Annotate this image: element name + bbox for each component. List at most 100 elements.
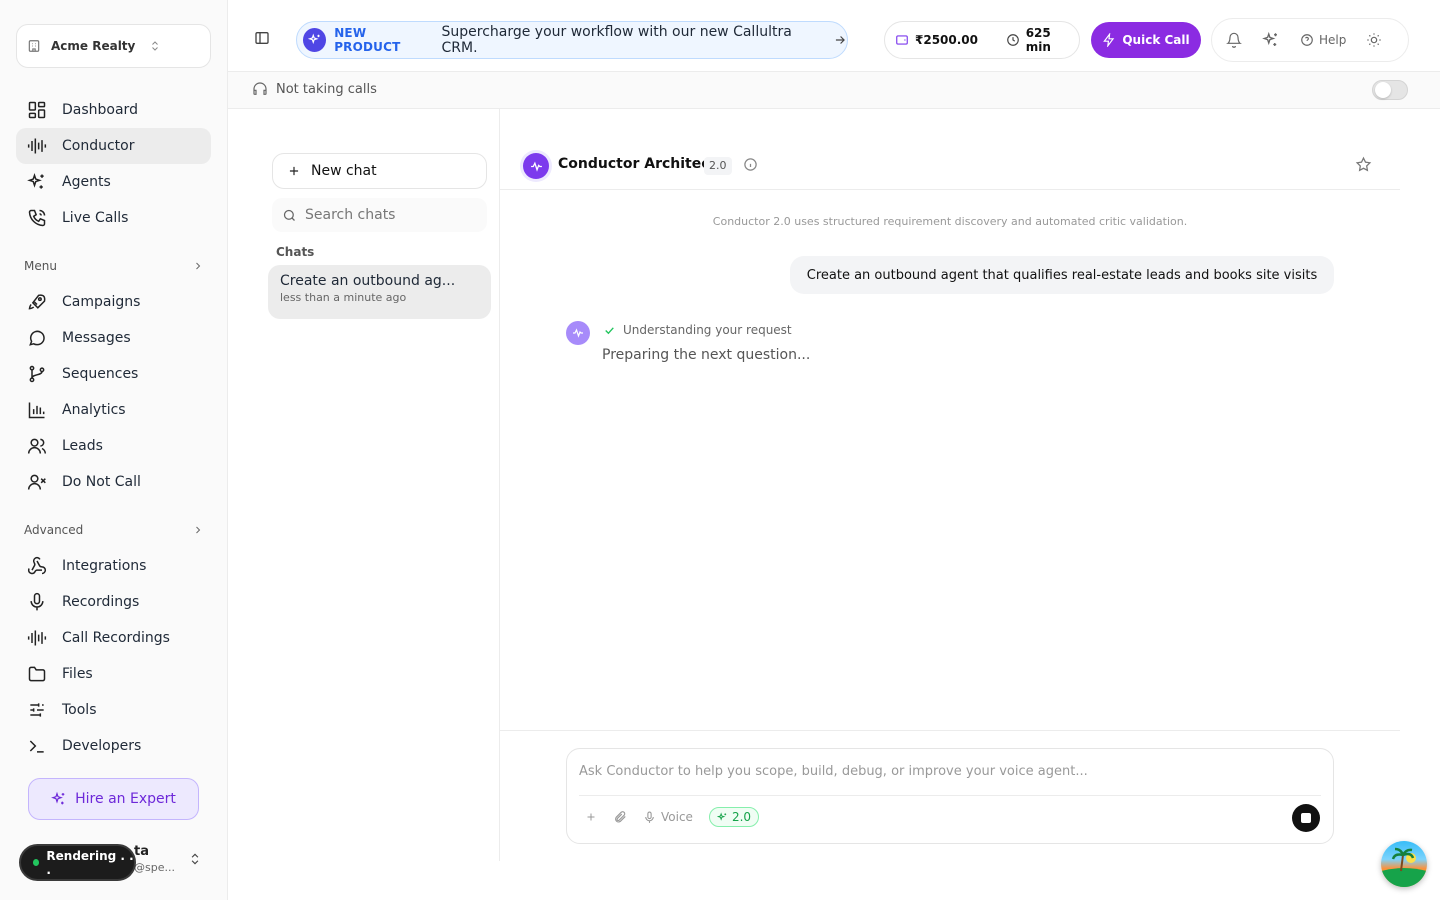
plus-icon[interactable] xyxy=(585,811,597,823)
sparkles-icon xyxy=(51,791,67,807)
balance-widget[interactable]: ₹2500.00 625 min xyxy=(884,21,1080,59)
conversation-header: Conductor Architect 2.0 xyxy=(500,139,1400,190)
conversation-panel: Conductor Architect 2.0 Conductor 2.0 us… xyxy=(500,109,1440,900)
stop-generation-button[interactable] xyxy=(1292,804,1320,832)
version-badge: 2.0 xyxy=(704,157,732,175)
user-name: ta xyxy=(134,844,149,859)
conductor-logo-icon xyxy=(523,153,549,179)
model-version-label: 2.0 xyxy=(731,810,752,824)
info-icon[interactable] xyxy=(743,157,758,172)
nav-item-sequences[interactable]: Sequences xyxy=(16,356,211,392)
call-status-bar: Not taking calls xyxy=(228,72,1440,109)
org-name: Acme Realty xyxy=(51,39,136,53)
nav-item-developers[interactable]: Developers xyxy=(16,728,211,764)
phone-icon xyxy=(26,207,48,229)
quick-call-label: Quick Call xyxy=(1122,33,1190,47)
sun-icon[interactable] xyxy=(1366,32,1382,48)
nav-item-leads[interactable]: Leads xyxy=(16,428,211,464)
nav-label: Campaigns xyxy=(62,294,141,310)
sparkles-icon xyxy=(26,171,48,193)
nav-item-tools[interactable]: Tools xyxy=(16,692,211,728)
promo-banner[interactable]: NEW PRODUCT Supercharge your workflow wi… xyxy=(296,21,848,59)
nav-label: Analytics xyxy=(62,402,126,418)
island-icon xyxy=(1381,847,1427,887)
quick-call-button[interactable]: Quick Call xyxy=(1091,22,1201,58)
rendering-label: Rendering . . . xyxy=(46,848,134,877)
org-switcher[interactable]: Acme Realty xyxy=(16,24,211,68)
terminal-icon xyxy=(26,735,48,757)
building-icon xyxy=(27,39,41,53)
nav-label: Leads xyxy=(62,438,103,454)
git-branch-icon xyxy=(26,363,48,385)
menu-section-label: Menu xyxy=(24,259,57,273)
menu-nav: Campaigns Messages Sequences Analytics L… xyxy=(16,284,211,500)
bar-chart-icon xyxy=(26,399,48,421)
nav-label: Live Calls xyxy=(62,210,129,226)
nav-item-live-calls[interactable]: Live Calls xyxy=(16,200,211,236)
chevron-updown-icon xyxy=(149,40,161,52)
divider xyxy=(579,795,1321,796)
menu-section-toggle[interactable]: Menu xyxy=(24,259,204,273)
chevron-right-icon xyxy=(192,524,204,536)
nav-item-files[interactable]: Files xyxy=(16,656,211,692)
voice-button[interactable]: Voice xyxy=(643,810,693,824)
nav-item-agents[interactable]: Agents xyxy=(16,164,211,200)
help-button[interactable]: Help xyxy=(1300,33,1346,47)
search-placeholder: Search chats xyxy=(305,207,396,223)
floating-avatar[interactable] xyxy=(1381,841,1427,887)
nav-item-analytics[interactable]: Analytics xyxy=(16,392,211,428)
message-icon xyxy=(26,327,48,349)
sparkles-icon[interactable] xyxy=(1262,31,1280,49)
advanced-section-toggle[interactable]: Advanced xyxy=(24,523,204,537)
stop-icon xyxy=(1301,813,1311,823)
user-email: @spe... xyxy=(134,861,175,874)
divider xyxy=(500,730,1400,731)
top-bar: NEW PRODUCT Supercharge your workflow wi… xyxy=(228,0,1440,72)
plus-icon xyxy=(287,164,301,178)
bell-icon[interactable] xyxy=(1226,32,1242,48)
wallet-icon xyxy=(895,33,909,47)
headset-icon xyxy=(252,81,268,97)
new-chat-button[interactable]: New chat xyxy=(272,153,487,189)
nav-item-messages[interactable]: Messages xyxy=(16,320,211,356)
nav-label: Agents xyxy=(62,174,111,190)
balance-amount: ₹2500.00 xyxy=(915,33,979,47)
assistant-status-text: Preparing the next question... xyxy=(602,347,811,363)
help-circle-icon xyxy=(1300,33,1314,47)
user-info: ta @spe... xyxy=(134,844,175,876)
nav-item-do-not-call[interactable]: Do Not Call xyxy=(16,464,211,500)
user-message-text: Create an outbound agent that qualifies … xyxy=(806,267,1318,283)
user-x-icon xyxy=(26,471,48,493)
webhook-icon xyxy=(26,555,48,577)
chevron-right-icon xyxy=(192,260,204,272)
nav-label: Files xyxy=(62,666,93,682)
nav-item-call-recordings[interactable]: Call Recordings xyxy=(16,620,211,656)
composer-input[interactable] xyxy=(579,764,1319,779)
advanced-nav: Integrations Recordings Call Recordings … xyxy=(16,548,211,764)
nav-item-dashboard[interactable]: Dashboard xyxy=(16,92,211,128)
hire-expert-button[interactable]: Hire an Expert xyxy=(28,778,199,820)
sidebar-toggle-icon[interactable] xyxy=(254,30,270,46)
new-chat-label: New chat xyxy=(311,163,377,179)
nav-item-campaigns[interactable]: Campaigns xyxy=(16,284,211,320)
call-status: Not taking calls xyxy=(252,81,377,97)
assistant-avatar-icon xyxy=(566,321,590,345)
model-version-toggle[interactable]: 2.0 xyxy=(708,807,760,827)
star-icon[interactable] xyxy=(1355,156,1372,173)
conversation-title: Conductor Architect xyxy=(558,156,717,172)
mic-icon xyxy=(26,591,48,613)
search-chats-input[interactable]: Search chats xyxy=(272,198,487,232)
voice-label: Voice xyxy=(661,810,693,824)
availability-toggle[interactable] xyxy=(1372,80,1408,100)
nav-item-conductor[interactable]: Conductor xyxy=(16,128,211,164)
nav-item-integrations[interactable]: Integrations xyxy=(16,548,211,584)
promo-text: Supercharge your workflow with our new C… xyxy=(441,24,792,56)
waveform-icon xyxy=(26,627,48,649)
chat-list-item[interactable]: Create an outbound ag... less than a min… xyxy=(268,265,491,319)
step-label: Understanding your request xyxy=(623,323,792,337)
nav-label: Dashboard xyxy=(62,102,138,118)
nav-item-recordings[interactable]: Recordings xyxy=(16,584,211,620)
rendering-indicator: Rendering . . . xyxy=(19,844,136,881)
paperclip-icon[interactable] xyxy=(613,810,627,824)
bolt-icon xyxy=(1102,33,1116,47)
